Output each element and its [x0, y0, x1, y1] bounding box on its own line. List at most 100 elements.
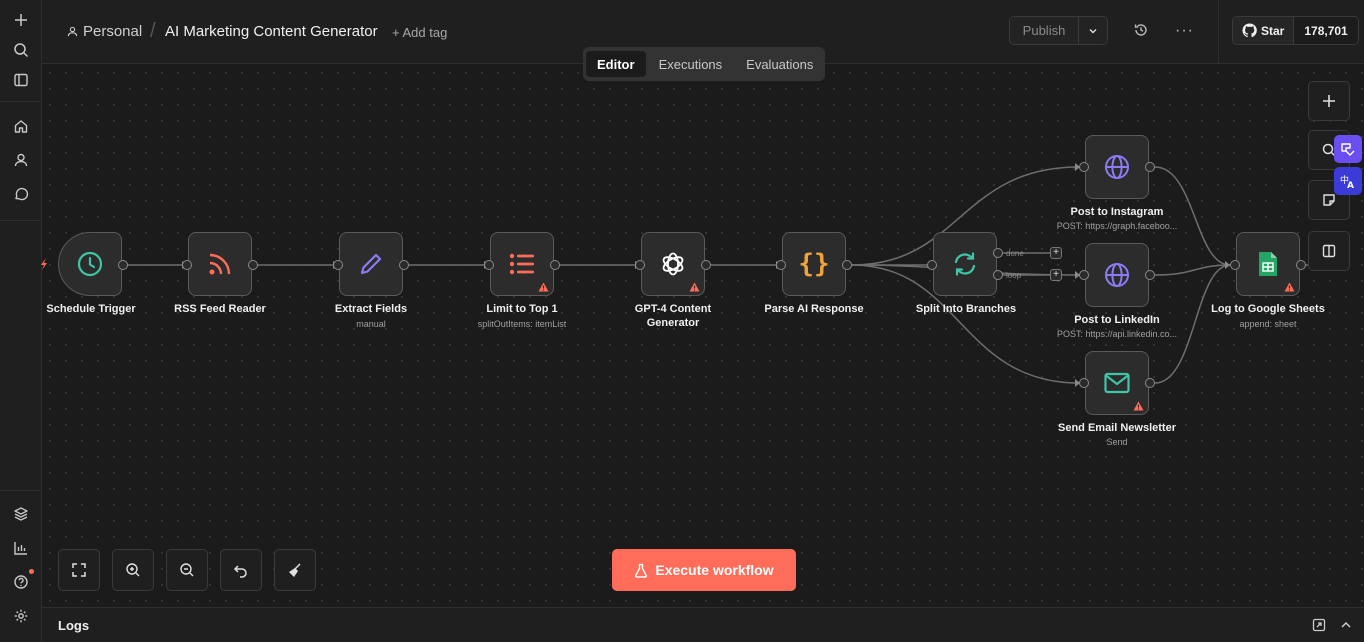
output-handle[interactable] — [118, 260, 128, 270]
braces-icon: {} — [798, 249, 830, 279]
fit-view-button[interactable] — [58, 549, 100, 591]
pencil-icon — [360, 253, 382, 275]
user-icon[interactable] — [9, 148, 33, 172]
input-handle[interactable] — [927, 260, 937, 270]
node-label: Parse AI Response — [764, 303, 864, 315]
toggle-panel-button[interactable] — [1308, 231, 1350, 271]
extension-translate-button[interactable]: 中A — [1334, 167, 1362, 195]
warning-icon — [1133, 401, 1144, 411]
search-icon[interactable] — [9, 38, 33, 62]
undo-button[interactable] — [220, 549, 262, 591]
node-limit-to-top-1[interactable] — [490, 232, 554, 296]
tab-evaluations[interactable]: Evaluations — [735, 51, 824, 77]
output-handle[interactable] — [399, 260, 409, 270]
node-rss-feed-reader[interactable] — [188, 232, 252, 296]
home-icon[interactable] — [9, 114, 33, 138]
breadcrumb-project[interactable]: Personal — [67, 23, 142, 40]
add-node-done-button[interactable]: + — [1050, 247, 1062, 259]
warning-icon — [538, 282, 549, 292]
node-log-to-google-sheets[interactable] — [1236, 232, 1300, 296]
execute-workflow-button[interactable]: Execute workflow — [612, 549, 796, 591]
user-icon — [67, 26, 78, 37]
left-sidebar — [0, 0, 42, 642]
tab-executions[interactable]: Executions — [648, 51, 734, 77]
node-label: Schedule Trigger — [46, 303, 136, 315]
github-star-button[interactable]: Star 178,701 — [1232, 16, 1359, 45]
output-handle[interactable] — [1145, 270, 1155, 280]
trigger-bolt-icon — [41, 258, 47, 270]
output-handle[interactable] — [1296, 260, 1306, 270]
logs-title: Logs — [58, 618, 90, 633]
add-node-loop-button[interactable]: + — [1050, 269, 1062, 281]
publish-button[interactable]: Publish — [1010, 17, 1078, 44]
workflow-title[interactable]: AI Marketing Content Generator — [165, 23, 378, 40]
globe-icon — [1105, 263, 1129, 287]
node-subtitle: append: sheet — [1239, 319, 1297, 329]
node-post-to-linkedin[interactable] — [1085, 243, 1149, 307]
node-label: Post to LinkedIn — [1074, 314, 1160, 326]
chat-icon[interactable] — [9, 182, 33, 206]
translate-icon: 中A — [1340, 174, 1354, 190]
output-handle-done[interactable] — [993, 248, 1003, 258]
insights-icon[interactable] — [9, 536, 33, 560]
panel-icon — [1322, 244, 1336, 258]
input-handle[interactable] — [1230, 260, 1240, 270]
extension-toolbox-button[interactable] — [1334, 135, 1362, 163]
add-node-button[interactable] — [1308, 81, 1350, 121]
output-handle[interactable] — [1145, 378, 1155, 388]
input-handle[interactable] — [1079, 162, 1089, 172]
output-handle[interactable] — [701, 260, 711, 270]
templates-icon[interactable] — [9, 502, 33, 526]
input-handle[interactable] — [182, 260, 192, 270]
workflow-editor: Personal / AI Marketing Content Generato… — [0, 0, 1364, 642]
publish-group: Publish — [1009, 16, 1108, 45]
fit-view-icon — [72, 563, 86, 577]
zoom-out-button[interactable] — [166, 549, 208, 591]
output-handle[interactable] — [1145, 162, 1155, 172]
node-split-into-branches[interactable] — [933, 232, 997, 296]
settings-icon[interactable] — [9, 604, 33, 628]
node-label: Post to Instagram — [1070, 206, 1164, 218]
sidebar-toggle-icon[interactable] — [9, 68, 33, 92]
node-parse-ai-response[interactable]: {} — [782, 232, 846, 296]
node-schedule-trigger[interactable] — [58, 232, 122, 296]
tab-editor[interactable]: Editor — [586, 51, 646, 77]
chevron-up-icon[interactable] — [1339, 618, 1353, 637]
node-subtitle: manual — [356, 319, 386, 329]
output-handle[interactable] — [550, 260, 560, 270]
add-tag-button[interactable]: + Add tag — [392, 25, 447, 40]
node-subtitle: splitOutItems: itemList — [477, 319, 567, 329]
execute-workflow-label: Execute workflow — [655, 562, 774, 578]
more-options-icon[interactable]: ··· — [1175, 22, 1194, 40]
note-icon — [1323, 194, 1335, 206]
notification-dot — [29, 569, 34, 574]
input-handle[interactable] — [333, 260, 343, 270]
input-handle[interactable] — [484, 260, 494, 270]
openai-icon — [662, 252, 684, 276]
pop-out-icon[interactable] — [1312, 618, 1326, 637]
output-handle-loop[interactable] — [993, 270, 1003, 280]
output-handle[interactable] — [842, 260, 852, 270]
github-star-label: Star — [1261, 23, 1285, 38]
output-handle[interactable] — [248, 260, 258, 270]
mail-icon — [1104, 372, 1130, 394]
view-tabs: Editor Executions Evaluations — [583, 47, 825, 81]
plus-icon[interactable] — [9, 8, 33, 32]
publish-dropdown-button[interactable] — [1078, 17, 1107, 44]
node-post-to-instagram[interactable] — [1085, 135, 1149, 199]
input-handle[interactable] — [1079, 378, 1089, 388]
input-handle[interactable] — [635, 260, 645, 270]
globe-icon — [1105, 155, 1129, 179]
node-gpt4-content-generator[interactable] — [641, 232, 705, 296]
history-icon[interactable] — [1133, 22, 1149, 43]
edge-label-loop: loop — [1006, 271, 1022, 280]
zoom-in-button[interactable] — [112, 549, 154, 591]
input-handle[interactable] — [776, 260, 786, 270]
node-label: Send Email Newsletter — [1058, 422, 1176, 434]
tidy-up-button[interactable] — [274, 549, 316, 591]
node-send-email-newsletter[interactable] — [1085, 351, 1149, 415]
logs-panel-header[interactable]: Logs — [42, 607, 1364, 642]
node-extract-fields[interactable] — [339, 232, 403, 296]
input-handle[interactable] — [1079, 270, 1089, 280]
loop-icon — [954, 252, 976, 276]
